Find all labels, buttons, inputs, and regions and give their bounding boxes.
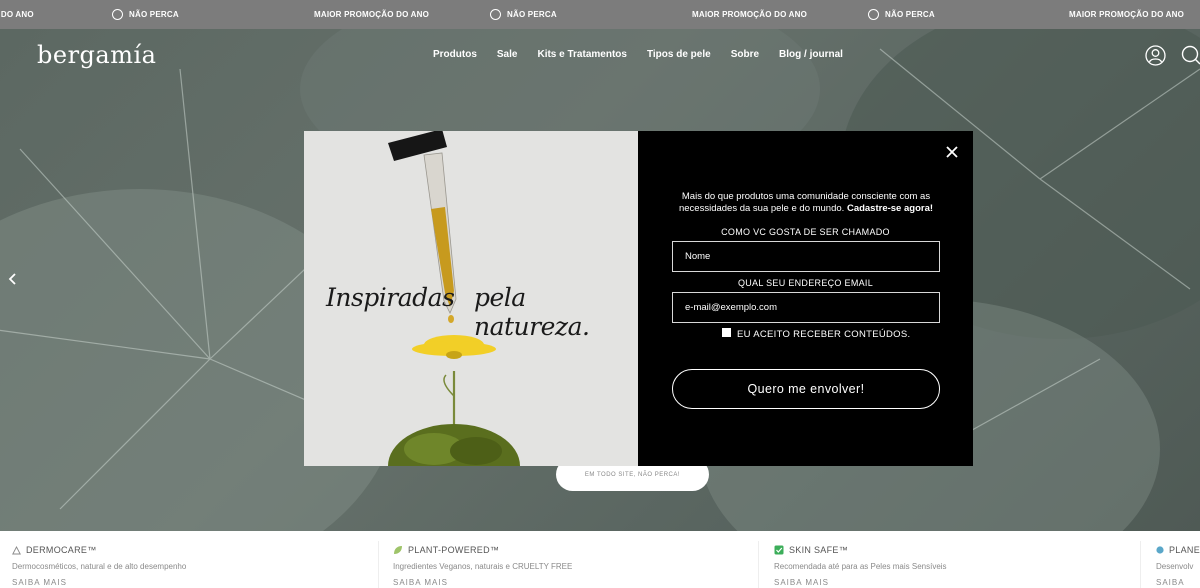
benefit-planet: PLANE Desenvolv SAIBA <box>1156 531 1200 588</box>
benefit-link[interactable]: SAIBA <box>1156 578 1200 587</box>
search-icon[interactable] <box>1181 45 1200 66</box>
benefit-dermocare: DERMOCARE™ Dermocosméticos, natural e de… <box>12 531 186 588</box>
subscribe-button[interactable]: Quero me envolver! <box>672 369 940 409</box>
benefit-link[interactable]: SAIBA MAIS <box>393 578 572 587</box>
nav-sobre[interactable]: Sobre <box>731 49 759 60</box>
modal-intro-cta: Cadastre-se agora! <box>846 203 934 214</box>
ticker-text: MAIOR PROMOÇÃO DO ANO <box>692 10 808 19</box>
divider <box>758 541 759 588</box>
benefit-title: PLANE <box>1168 545 1200 555</box>
nav-kits[interactable]: Kits e Tratamentos <box>537 49 626 60</box>
ticker-item: NÃO PERCA <box>490 0 557 29</box>
brand-logo[interactable]: bergamía <box>37 41 156 69</box>
announcement-bar: O DO ANO NÃO PERCA MAIOR PROMOÇÃO DO ANO… <box>0 0 1200 29</box>
newsletter-modal: Inspiradas pela natureza. Mais do que pr… <box>304 131 973 466</box>
modal-intro: Mais do que produtos uma comunidade cons… <box>678 191 934 214</box>
circle-icon <box>868 9 879 20</box>
circle-icon <box>490 9 501 20</box>
benefit-link[interactable]: SAIBA MAIS <box>774 578 947 587</box>
modal-form: Mais do que produtos uma comunidade cons… <box>638 131 973 466</box>
chevron-left-icon[interactable] <box>8 272 18 286</box>
email-field-label: QUAL SEU ENDEREÇO EMAIL <box>737 278 874 288</box>
name-field-label: COMO VC GOSTA DE SER CHAMADO <box>721 227 890 237</box>
benefit-link[interactable]: SAIBA MAIS <box>12 578 186 587</box>
consent-label: EU ACEITO RECEBER CONTEÚDOS. <box>737 329 911 340</box>
consent-checkbox-row: EU ACEITO RECEBER CONTEÚDOS. <box>722 328 911 340</box>
benefit-title: SKIN SAFE™ <box>789 545 849 555</box>
nav-sale[interactable]: Sale <box>497 49 518 60</box>
benefit-desc: Desenvolv <box>1156 562 1194 571</box>
checkbox-icon <box>774 545 784 555</box>
nav-blog[interactable]: Blog / journal <box>779 49 843 60</box>
benefit-title: PLANT-POWERED™ <box>408 545 500 555</box>
benefit-skin-safe: SKIN SAFE™ Recomendada até para as Peles… <box>774 531 947 588</box>
nav-produtos[interactable]: Produtos <box>433 49 477 60</box>
ticker-item: NÃO PERCA <box>868 0 935 29</box>
main-nav: Produtos Sale Kits e Tratamentos Tipos d… <box>433 49 843 60</box>
close-icon[interactable] <box>943 143 961 161</box>
leaf-icon <box>394 546 402 554</box>
consent-checkbox[interactable] <box>722 328 731 337</box>
benefit-desc: Recomendada até para as Peles mais Sensí… <box>774 562 947 571</box>
modal-headline-left: Inspiradas <box>326 283 455 312</box>
modal-headline-right: pela natureza. <box>474 283 590 341</box>
divider <box>378 541 379 588</box>
name-field[interactable] <box>672 241 940 272</box>
benefits-strip: DERMOCARE™ Dermocosméticos, natural e de… <box>0 531 1200 588</box>
user-icon[interactable] <box>1145 45 1166 66</box>
benefit-desc: Ingredientes Veganos, naturais e CRUELTY… <box>393 562 573 571</box>
ticker-text: MAIOR PROMOÇÃO DO ANO <box>1069 10 1185 19</box>
ticker-text: O DO ANO <box>0 10 34 19</box>
divider <box>1140 541 1141 588</box>
ticker-text: MAIOR PROMOÇÃO DO ANO <box>314 10 430 19</box>
email-field[interactable] <box>672 292 940 323</box>
benefit-plant-powered: PLANT-POWERED™ Ingredientes Veganos, nat… <box>393 531 572 588</box>
benefit-desc: Dermocosméticos, natural e de alto desem… <box>12 562 187 571</box>
modal-image: Inspiradas pela natureza. <box>304 131 638 466</box>
ticker-item: NÃO PERCA <box>112 0 179 29</box>
nav-tipos-de-pele[interactable]: Tipos de pele <box>647 49 711 60</box>
triangle-icon <box>12 545 21 554</box>
planet-icon <box>1156 546 1164 554</box>
circle-icon <box>112 9 123 20</box>
benefit-title: DERMOCARE™ <box>26 545 97 555</box>
